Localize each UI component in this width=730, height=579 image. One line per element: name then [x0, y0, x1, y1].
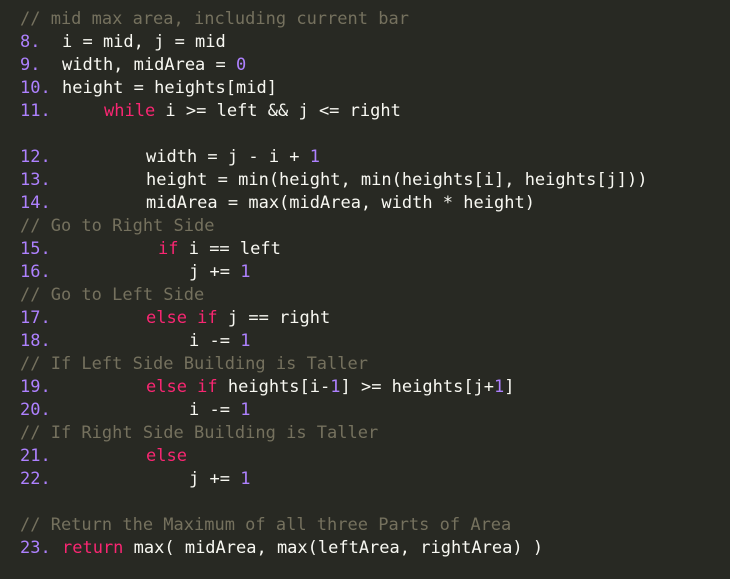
- code-token: i >= left && j <= right: [155, 101, 401, 121]
- code-text: i -= 1: [189, 399, 250, 422]
- line-number: 9.: [20, 55, 41, 75]
- code-number: 1: [240, 262, 251, 282]
- code-keyword: else: [146, 446, 187, 466]
- code-text: midArea = max(midArea, width * height): [146, 192, 535, 215]
- code-text: i -= 1: [189, 330, 250, 353]
- line-number: 11.: [20, 101, 51, 121]
- code-number: 1: [240, 331, 251, 351]
- comment-line: // Return the Maximum of all three Parts…: [0, 514, 730, 537]
- code-line: 9. width, midArea = 0: [0, 54, 730, 77]
- comment-line: // Go to Left Side: [0, 284, 730, 307]
- code-token: heights[i-: [217, 377, 331, 397]
- line-number: 8.: [20, 32, 41, 52]
- code-comment: // mid max area, including current bar: [20, 9, 409, 29]
- code-line: 16. j += 1: [0, 261, 730, 284]
- code-token: i == left: [178, 239, 281, 259]
- code-token: midArea = max(midArea, width * height): [146, 193, 535, 213]
- comment-line: // If Right Side Building is Taller: [0, 422, 730, 445]
- code-token: height = min(height, min(heights[i], hei…: [146, 170, 648, 190]
- code-text: width, midArea = 0: [62, 54, 246, 77]
- code-token: j +=: [189, 469, 241, 489]
- code-text: else: [146, 445, 187, 468]
- code-token: width, midArea =: [62, 55, 236, 75]
- code-text: height = heights[mid]: [62, 77, 277, 100]
- line-number: 19.: [20, 377, 51, 397]
- code-line: 23. return max( midArea, max(leftArea, ri…: [0, 537, 730, 560]
- code-comment: // If Right Side Building is Taller: [20, 423, 379, 443]
- code-comment: // Return the Maximum of all three Parts…: [20, 515, 512, 535]
- code-line: 10. height = heights[mid]: [0, 77, 730, 100]
- code-text: else if j == right: [146, 307, 330, 330]
- code-text: j += 1: [189, 468, 250, 491]
- code-token: i = mid, j = mid: [62, 32, 226, 52]
- code-line: 18. i -= 1: [0, 330, 730, 353]
- code-keyword: if: [158, 239, 179, 259]
- code-line: 11. while i >= left && j <= right: [0, 100, 730, 123]
- code-text: else if heights[i-1] >= heights[j+1]: [146, 376, 515, 399]
- code-number: 1: [240, 400, 251, 420]
- code-text: width = j - i + 1: [146, 146, 320, 169]
- comment-line: // If Left Side Building is Taller: [0, 353, 730, 376]
- code-line: 19. else if heights[i-1] >= heights[j+1]: [0, 376, 730, 399]
- code-comment: // If Left Side Building is Taller: [20, 354, 368, 374]
- code-token: ]: [504, 377, 515, 397]
- code-token: max( midArea, max(leftArea, rightArea) ): [123, 538, 544, 558]
- code-number: 1: [494, 377, 505, 397]
- code-token: i -=: [189, 331, 241, 351]
- code-line: 20. i -= 1: [0, 399, 730, 422]
- line-number: 18.: [20, 331, 51, 351]
- code-line: 12. width = j - i + 1: [0, 146, 730, 169]
- line-number: 14.: [20, 193, 51, 213]
- code-keyword: else if: [146, 308, 218, 328]
- code-keyword: while: [104, 101, 156, 121]
- line-number: 20.: [20, 400, 51, 420]
- code-text: i = mid, j = mid: [62, 31, 226, 54]
- code-block: // mid max area, including current bar 8.…: [0, 8, 730, 560]
- line-number: 15.: [20, 239, 51, 259]
- code-token: j == right: [217, 308, 331, 328]
- code-token: i -=: [189, 400, 241, 420]
- line-number: 16.: [20, 262, 51, 282]
- code-text: height = min(height, min(heights[i], hei…: [146, 169, 648, 192]
- code-line: 17. else if j == right: [0, 307, 730, 330]
- code-number: 1: [309, 147, 321, 167]
- line-number: 12.: [20, 147, 51, 167]
- code-line: 21. else: [0, 445, 730, 468]
- code-token: ] >= heights[j+: [340, 377, 495, 397]
- code-number: 0: [236, 55, 247, 75]
- line-number: 21.: [20, 446, 51, 466]
- code-number: 1: [240, 469, 251, 489]
- code-line: 15. if i == left: [0, 238, 730, 261]
- comment-line: // Go to Right Side: [0, 215, 730, 238]
- code-text: while i >= left && j <= right: [104, 100, 401, 123]
- code-comment: // Go to Left Side: [20, 285, 205, 305]
- code-text: if i == left: [158, 238, 281, 261]
- line-number: 13.: [20, 170, 51, 190]
- code-keyword: return: [62, 538, 124, 558]
- code-token: j +=: [189, 262, 241, 282]
- code-number: 1: [330, 377, 341, 397]
- code-text: return max( midArea, max(leftArea, right…: [62, 537, 543, 560]
- code-line: 22. j += 1: [0, 468, 730, 491]
- line-number: 10.: [20, 78, 51, 98]
- code-comment: // Go to Right Side: [20, 216, 215, 236]
- comment-line: // mid max area, including current bar: [0, 8, 730, 31]
- line-number: 17.: [20, 308, 51, 328]
- code-line: 14. midArea = max(midArea, width * height…: [0, 192, 730, 215]
- code-line: 8. i = mid, j = mid: [0, 31, 730, 54]
- code-token: width = j - i +: [146, 147, 310, 167]
- code-line: 13. height = min(height, min(heights[i], …: [0, 169, 730, 192]
- line-number: 22.: [20, 469, 51, 489]
- code-text: j += 1: [189, 261, 250, 284]
- code-keyword: else if: [146, 377, 218, 397]
- line-number: 23.: [20, 538, 51, 558]
- code-token: height = heights[mid]: [62, 78, 277, 98]
